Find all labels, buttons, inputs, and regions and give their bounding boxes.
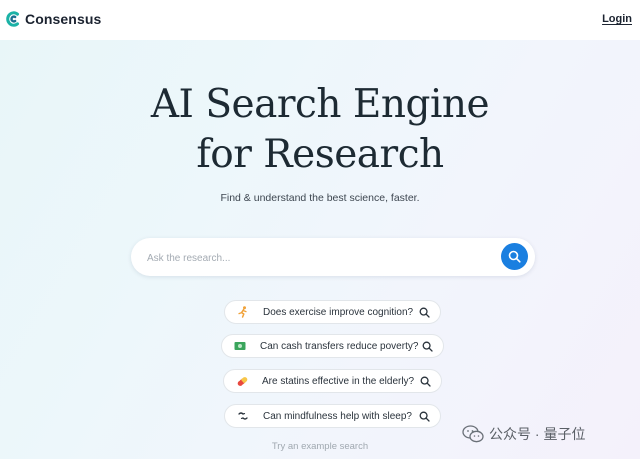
brand-logo[interactable]: Consensus [6,11,101,27]
login-link[interactable]: Login [602,13,632,25]
pill-icon [235,374,249,388]
watermark: 公众号 · 量子位 [462,424,585,444]
consensus-logo-icon [6,11,19,27]
suggestion-cash-transfers[interactable]: Can cash transfers reduce poverty? [221,334,444,358]
top-navigation-bar: Consensus Login [0,0,640,40]
page-subtitle: Find & understand the best science, fast… [220,192,420,204]
running-person-icon [236,305,250,319]
suggestion-text: Does exercise improve cognition? [263,306,414,318]
search-icon [508,250,521,263]
suggestion-text: Are statins effective in the elderly? [262,375,415,387]
suggestion-exercise-cognition[interactable]: Does exercise improve cognition? [224,300,441,324]
search-icon [419,375,431,387]
suggestion-statins-elderly[interactable]: Are statins effective in the elderly? [223,369,442,393]
search-button[interactable] [501,243,528,270]
cash-icon [233,339,247,353]
search-box [131,238,535,276]
page-title-line-1: AI Search Engine [150,82,490,127]
page-title: AI Search Engine for Research [0,80,640,180]
search-input[interactable] [145,247,489,269]
page-title-line-2: for Research [196,132,444,177]
search-icon [418,306,430,318]
search-icon [418,410,430,422]
loop-icon [236,409,250,423]
brand-name: Consensus [25,11,102,27]
suggestion-text: Can cash transfers reduce poverty? [260,340,419,352]
wechat-icon [462,425,484,443]
suggestion-text: Can mindfulness help with sleep? [263,410,412,422]
suggestion-mindfulness-sleep[interactable]: Can mindfulness help with sleep? [224,404,441,428]
search-icon [421,340,433,352]
watermark-text: 公众号 · 量子位 [489,426,586,442]
